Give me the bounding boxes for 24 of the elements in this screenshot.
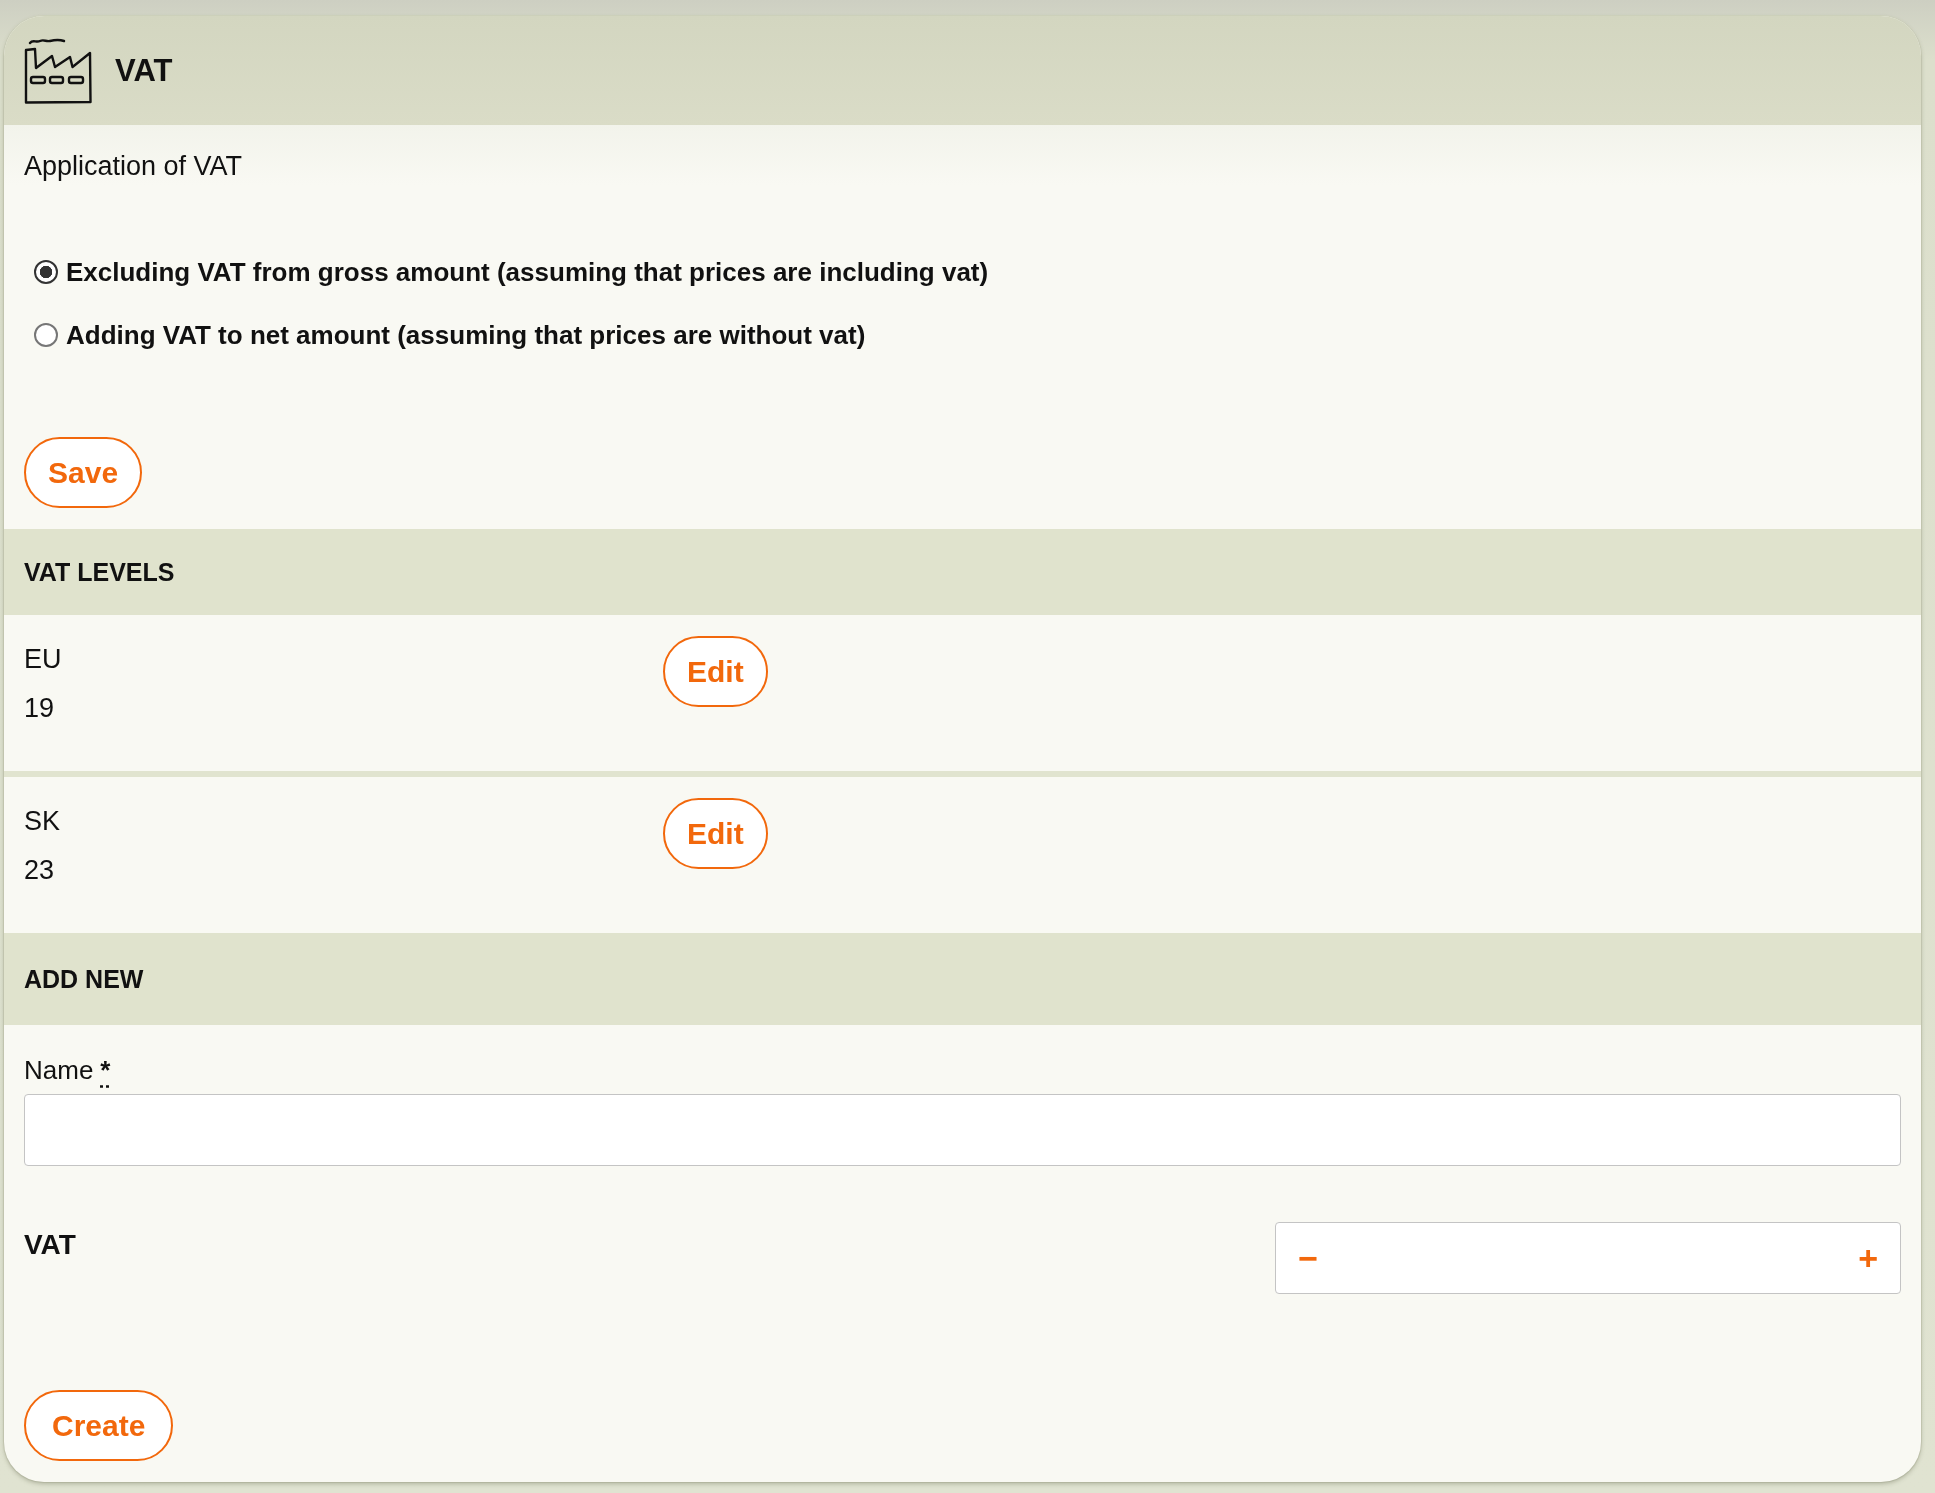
increment-button[interactable]: +: [1854, 1238, 1882, 1278]
vat-level-name: SK: [24, 805, 61, 838]
field-label: VAT: [24, 1228, 76, 1262]
save-button[interactable]: Save: [24, 437, 143, 508]
create-button[interactable]: Create: [24, 1390, 174, 1461]
field-label: Name: [24, 1054, 94, 1087]
section-heading: ADD NEW: [4, 933, 1921, 1025]
edit-button[interactable]: Edit: [663, 798, 768, 869]
radio-button[interactable]: [34, 260, 58, 284]
name-input[interactable]: [24, 1094, 1901, 1166]
factory-icon: [24, 37, 92, 104]
number-stepper[interactable]: − +: [1275, 1222, 1901, 1294]
vat-level-rate: 23: [24, 854, 55, 887]
edit-button[interactable]: Edit: [663, 636, 768, 707]
radio-button[interactable]: [34, 323, 58, 347]
card-title: VAT: [115, 52, 173, 89]
vat-level-name: EU: [24, 643, 62, 676]
section-heading: VAT LEVELS: [4, 529, 1921, 615]
radio-label[interactable]: Excluding VAT from gross amount (assuming that prices are including vat): [66, 255, 989, 289]
radio-label[interactable]: Adding VAT to net amount (assuming that prices are without vat): [66, 318, 866, 352]
decrement-button[interactable]: −: [1294, 1238, 1323, 1278]
vat-level-rate: 19: [24, 692, 55, 725]
required-mark: *: [100, 1054, 111, 1087]
field-label: Application of VAT: [24, 150, 243, 183]
